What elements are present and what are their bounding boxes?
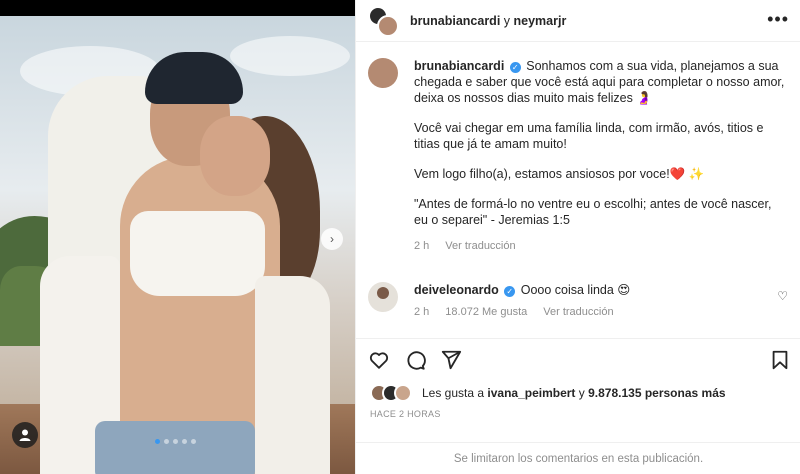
white-top [130, 211, 265, 296]
author-link[interactable]: brunabiancardi [410, 14, 500, 28]
translate-link[interactable]: Ver traducción [543, 304, 613, 320]
carousel-dot[interactable] [164, 439, 169, 444]
collab-avatars[interactable] [368, 5, 399, 37]
next-photo-button[interactable]: › [321, 228, 343, 250]
likes-text: Les gusta a ivana_peimbert y 9.878.135 p… [422, 386, 726, 400]
post-caption: brunabiancardi ✓ Sonhamos com a sua vida… [368, 58, 788, 254]
likes-prefix: Les gusta a [422, 386, 488, 400]
post-authors: brunabiancardi y neymarjr [410, 14, 566, 28]
comment-icon[interactable] [404, 349, 426, 371]
comment-time[interactable]: 2 h [414, 304, 429, 320]
post-photo[interactable] [0, 16, 355, 474]
woman-head [200, 116, 270, 196]
caption-text: Vem logo filho(a), estamos ansiosos por … [414, 167, 705, 181]
caption-time[interactable]: 2 h [414, 238, 429, 254]
comments-limited-notice: Se limitaron los comentarios en esta pub… [356, 442, 800, 474]
comment-text: Oooo coisa linda 😍 [520, 283, 631, 297]
translate-link[interactable]: Ver traducción [445, 238, 515, 254]
cap [145, 52, 243, 104]
user-icon [19, 429, 31, 441]
avatar [394, 384, 412, 402]
verified-icon: ✓ [504, 286, 516, 297]
caption-text: Você vai chegar em uma família linda, co… [414, 121, 764, 151]
heart-icon[interactable] [368, 349, 390, 371]
comment-body: deiveleonardo ✓ Oooo coisa linda 😍 2 h 1… [414, 282, 630, 320]
comment: deiveleonardo ✓ Oooo coisa linda 😍 2 h 1… [368, 282, 788, 320]
post-header: brunabiancardi y neymarjr ••• [356, 0, 800, 42]
avatar [377, 14, 399, 37]
comment-username[interactable]: deiveleonardo [414, 283, 499, 297]
post-media: › [0, 0, 355, 474]
tagged-users-button[interactable] [12, 422, 38, 448]
post-time[interactable]: HACE 2 HORAS [370, 409, 441, 419]
comment-like-icon[interactable]: ♡ [777, 289, 788, 303]
send-icon[interactable] [440, 349, 462, 371]
chevron-right-icon: › [330, 232, 334, 246]
likes-joiner: y [575, 386, 589, 400]
caption-username[interactable]: brunabiancardi [414, 59, 504, 73]
carousel-dot[interactable] [182, 439, 187, 444]
likes-count[interactable]: 9.878.135 personas más [588, 386, 725, 400]
liker-avatars [370, 384, 412, 402]
likes-summary: Les gusta a ivana_peimbert y 9.878.135 p… [370, 384, 726, 402]
caption-body: brunabiancardi ✓ Sonhamos com a sua vida… [414, 58, 788, 254]
joiner-text: y [503, 13, 511, 28]
jeans [95, 421, 255, 474]
cloud [230, 36, 350, 76]
post-side-panel: brunabiancardi y neymarjr ••• brunabianc… [355, 0, 800, 474]
carousel-dot[interactable] [191, 439, 196, 444]
comment-likes[interactable]: 18.072 Me gusta [445, 304, 527, 320]
bookmark-icon[interactable] [770, 349, 790, 371]
caption-meta: 2 h Ver traducción [414, 238, 788, 254]
more-options-icon[interactable]: ••• [767, 10, 789, 28]
carousel-dot[interactable] [155, 439, 160, 444]
liker-username[interactable]: ivana_peimbert [487, 386, 575, 400]
carousel-dots [155, 439, 196, 444]
comment-meta: 2 h 18.072 Me gusta Ver traducción [414, 304, 630, 320]
carousel-dot[interactable] [173, 439, 178, 444]
author-link[interactable]: neymarjr [514, 14, 567, 28]
cardigan-right [255, 276, 330, 474]
avatar[interactable] [368, 282, 398, 312]
action-bar [356, 338, 800, 380]
verified-icon: ✓ [509, 62, 521, 73]
avatar[interactable] [368, 58, 398, 88]
caption-text: "Antes de formá-lo no ventre eu o escolh… [414, 197, 772, 227]
